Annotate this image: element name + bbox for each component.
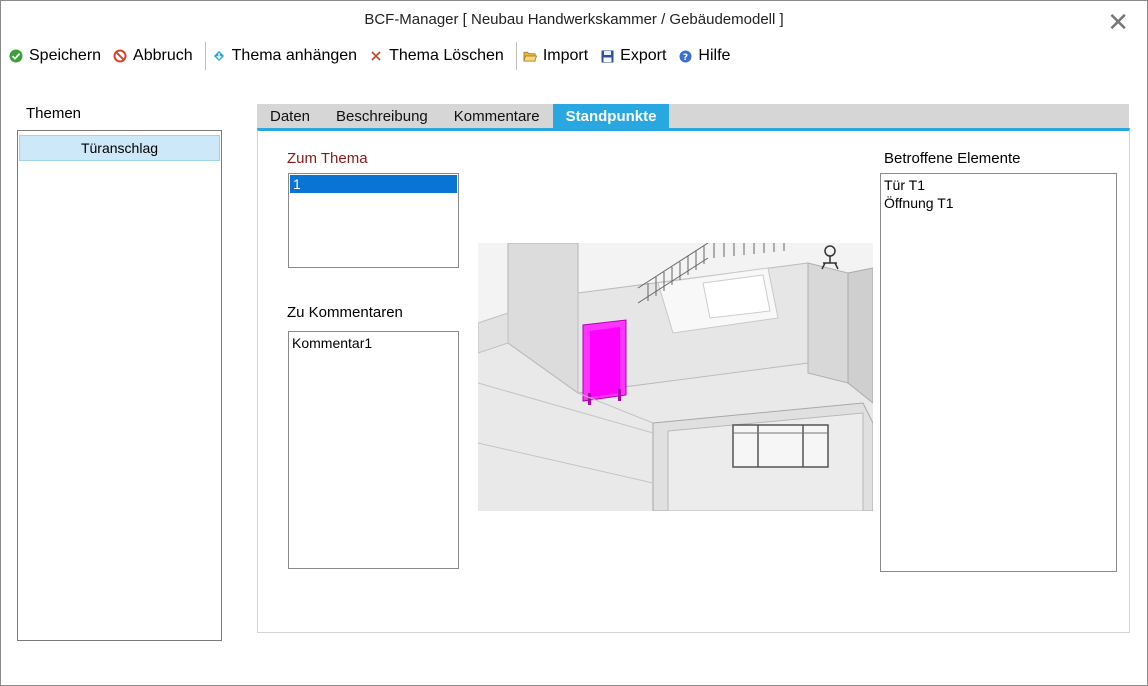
tab-beschreibung[interactable]: Beschreibung	[323, 104, 441, 128]
cancel-button[interactable]: Abbruch	[113, 47, 193, 65]
attach-topic-button[interactable]: Thema anhängen	[212, 47, 357, 65]
help-label: Hilfe	[698, 47, 731, 64]
list-item[interactable]: 1	[290, 175, 457, 193]
list-item[interactable]: Öffnung T1	[881, 194, 1116, 212]
toolbar-separator	[515, 42, 517, 70]
window-title: BCF-Manager [ Neubau Handwerkskammer / G…	[364, 11, 784, 28]
help-button[interactable]: ? Hilfe	[678, 47, 730, 65]
delete-topic-button[interactable]: Thema Löschen	[369, 47, 504, 65]
attach-topic-label: Thema anhängen	[231, 47, 358, 64]
list-item[interactable]: Tür T1	[881, 174, 1116, 194]
import-button[interactable]: Import	[523, 47, 588, 65]
close-icon[interactable]: ✕	[1107, 9, 1129, 35]
diamond-arrow-icon	[212, 49, 226, 63]
check-circle-icon	[9, 49, 23, 63]
folder-open-icon	[523, 49, 537, 63]
viewpoint-snapshot	[477, 242, 874, 512]
tab-standpunkte[interactable]: Standpunkte	[552, 104, 670, 128]
comments-viewpoint-list[interactable]: Kommentar1	[288, 331, 459, 569]
delete-topic-label: Thema Löschen	[389, 47, 504, 64]
list-item[interactable]: Kommentar1	[289, 332, 458, 352]
topics-list[interactable]: Türanschlag	[17, 130, 222, 641]
tab-bar: Daten Beschreibung Kommentare Standpunkt…	[257, 104, 1129, 128]
save-button[interactable]: Speichern	[9, 47, 101, 65]
export-button[interactable]: Export	[600, 47, 666, 65]
export-label: Export	[620, 47, 667, 64]
list-item[interactable]: Türanschlag	[19, 135, 220, 161]
cancel-label: Abbruch	[133, 47, 193, 64]
tab-daten[interactable]: Daten	[257, 104, 323, 128]
toolbar: Speichern Abbruch Thema anhängen Thema L…	[9, 42, 742, 70]
floppy-disk-icon	[600, 49, 614, 63]
affected-elements-label: Betroffene Elemente	[884, 150, 1021, 167]
import-label: Import	[542, 47, 589, 64]
affected-elements-list[interactable]: Tür T1 Öffnung T1	[880, 173, 1117, 572]
topic-label: Zum Thema	[287, 150, 368, 167]
bcf-manager-window: BCF-Manager [ Neubau Handwerkskammer / G…	[0, 0, 1148, 686]
toolbar-separator	[204, 42, 206, 70]
prohibited-icon	[113, 49, 127, 63]
save-label: Speichern	[29, 47, 102, 64]
tab-kommentare[interactable]: Kommentare	[441, 104, 553, 128]
comments-label: Zu Kommentaren	[287, 304, 403, 321]
topics-label: Themen	[26, 105, 82, 122]
x-icon	[369, 49, 383, 63]
topic-viewpoint-list[interactable]: 1	[288, 173, 459, 268]
svg-text:?: ?	[683, 53, 688, 63]
help-circle-icon: ?	[678, 49, 692, 63]
